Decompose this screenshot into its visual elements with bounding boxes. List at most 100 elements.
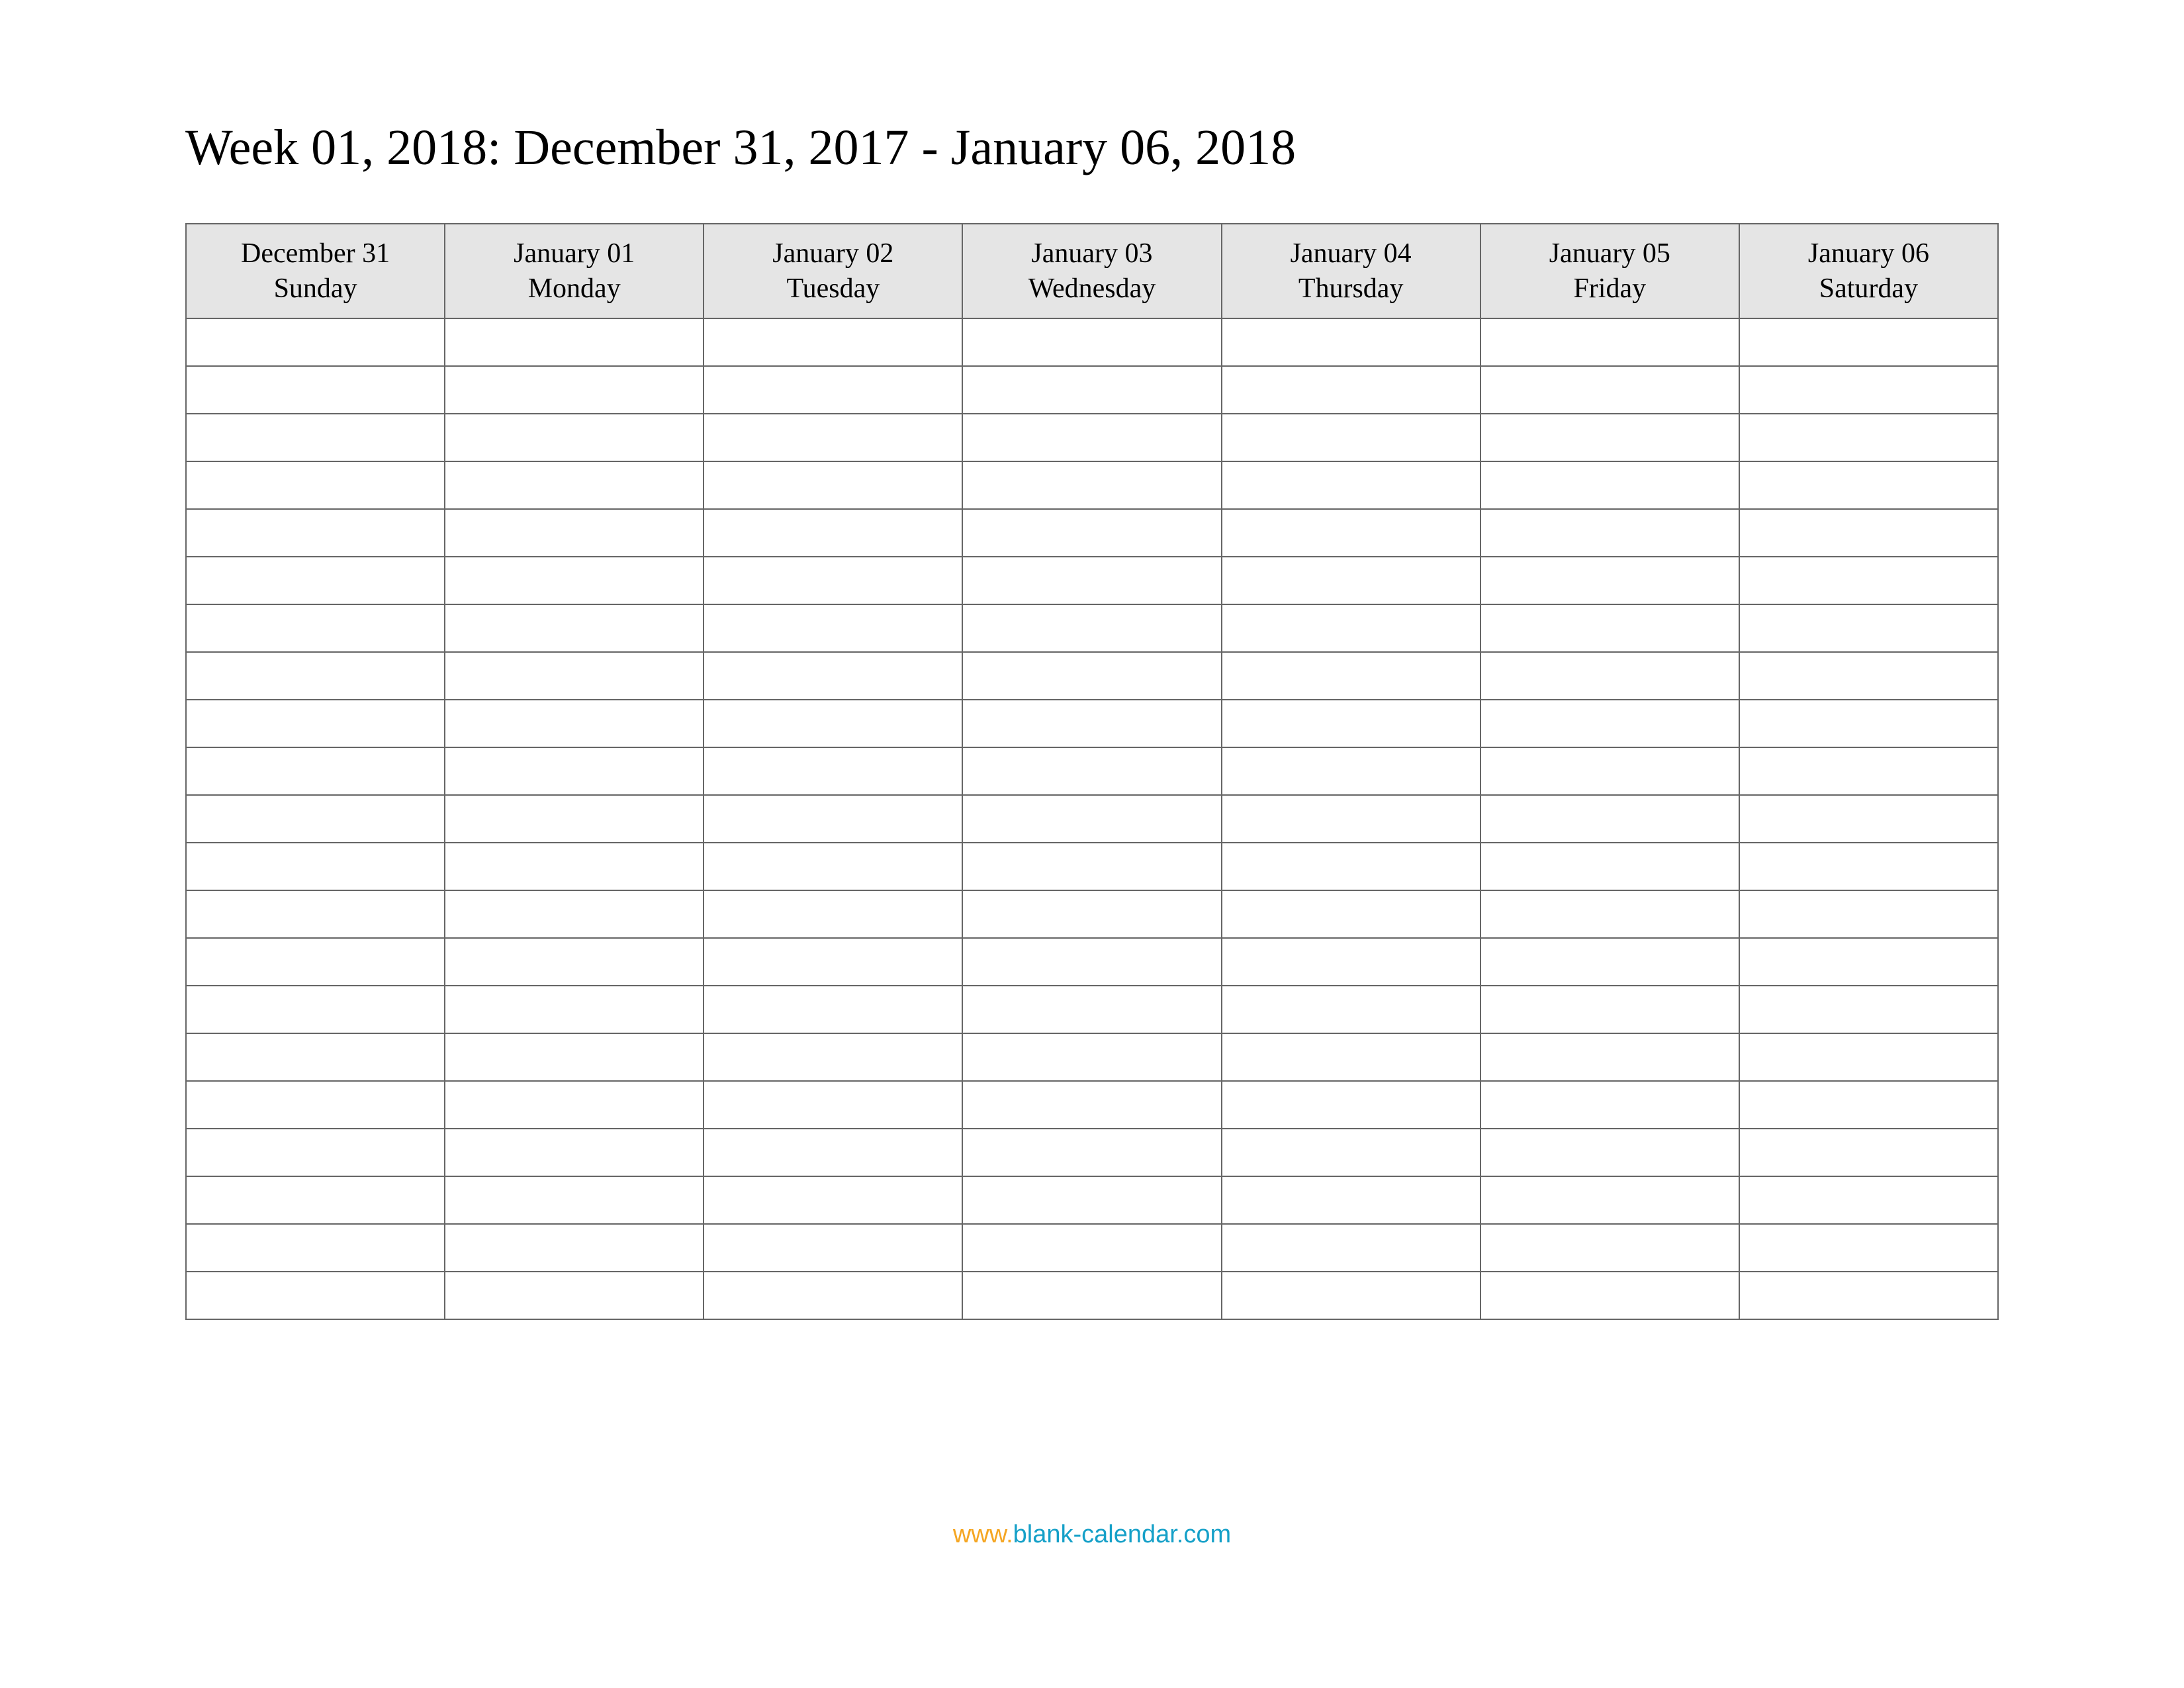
calendar-cell (704, 557, 962, 604)
calendar-row (186, 747, 1998, 795)
day-header-friday: January 05 Friday (1480, 224, 1739, 318)
day-header-weekday: Wednesday (968, 271, 1215, 306)
calendar-cell (1222, 890, 1480, 938)
calendar-cell (445, 366, 704, 414)
footer-prefix: www. (953, 1521, 1013, 1548)
calendar-cell (704, 843, 962, 890)
calendar-cell (1222, 557, 1480, 604)
calendar-cell (704, 795, 962, 843)
calendar-cell (1480, 986, 1739, 1033)
calendar-cell (445, 700, 704, 747)
calendar-cell (186, 700, 445, 747)
calendar-cell (1739, 557, 1998, 604)
calendar-cell (962, 509, 1221, 557)
day-header-date: January 02 (709, 236, 956, 271)
calendar-cell (1222, 461, 1480, 509)
calendar-cell (1739, 366, 1998, 414)
calendar-cell (445, 1272, 704, 1319)
calendar-cell (1739, 461, 1998, 509)
calendar-cell (445, 652, 704, 700)
calendar-cell (186, 1176, 445, 1224)
calendar-cell (1739, 795, 1998, 843)
calendar-row (186, 938, 1998, 986)
calendar-cell (1222, 747, 1480, 795)
calendar-cell (445, 1224, 704, 1272)
calendar-cell (1480, 700, 1739, 747)
calendar-cell (962, 414, 1221, 461)
calendar-row (186, 700, 1998, 747)
calendar-row (186, 986, 1998, 1033)
weekly-calendar-table: December 31 Sunday January 01 Monday Jan… (185, 223, 1999, 1320)
calendar-cell (704, 652, 962, 700)
calendar-row (186, 604, 1998, 652)
calendar-cell (186, 843, 445, 890)
calendar-cell (1739, 604, 1998, 652)
calendar-cell (1222, 366, 1480, 414)
calendar-cell (1480, 509, 1739, 557)
day-header-weekday: Saturday (1745, 271, 1992, 306)
day-header-weekday: Thursday (1228, 271, 1475, 306)
calendar-cell (962, 1081, 1221, 1129)
calendar-cell (186, 1272, 445, 1319)
calendar-row (186, 1033, 1998, 1081)
calendar-cell (186, 986, 445, 1033)
calendar-cell (445, 1081, 704, 1129)
day-header-weekday: Monday (451, 271, 698, 306)
calendar-cell (445, 604, 704, 652)
calendar-cell (1222, 1081, 1480, 1129)
calendar-cell (1480, 1033, 1739, 1081)
calendar-cell (704, 461, 962, 509)
day-header-date: January 04 (1228, 236, 1475, 271)
calendar-cell (1480, 1272, 1739, 1319)
calendar-cell (1222, 652, 1480, 700)
calendar-cell (1480, 795, 1739, 843)
calendar-cell (1480, 843, 1739, 890)
calendar-row (186, 652, 1998, 700)
weekly-calendar-page: Week 01, 2018: December 31, 2017 - Janua… (0, 0, 2184, 1320)
calendar-cell (186, 604, 445, 652)
calendar-cell (1222, 318, 1480, 366)
calendar-cell (704, 366, 962, 414)
day-header-sunday: December 31 Sunday (186, 224, 445, 318)
calendar-cell (1480, 1176, 1739, 1224)
calendar-cell (186, 1129, 445, 1176)
calendar-cell (186, 461, 445, 509)
calendar-cell (962, 604, 1221, 652)
calendar-row (186, 557, 1998, 604)
calendar-cell (1480, 890, 1739, 938)
day-header-weekday: Friday (1486, 271, 1733, 306)
calendar-cell (445, 747, 704, 795)
calendar-cell (1480, 1224, 1739, 1272)
day-header-date: December 31 (192, 236, 439, 271)
footer-link[interactable]: www.blank-calendar.com (0, 1521, 2184, 1549)
calendar-cell (445, 509, 704, 557)
calendar-cell (1739, 509, 1998, 557)
calendar-cell (962, 938, 1221, 986)
calendar-cell (1739, 747, 1998, 795)
calendar-cell (445, 938, 704, 986)
calendar-cell (1480, 1081, 1739, 1129)
calendar-cell (445, 890, 704, 938)
day-header-date: January 03 (968, 236, 1215, 271)
calendar-cell (1480, 604, 1739, 652)
calendar-cell (186, 414, 445, 461)
calendar-cell (962, 557, 1221, 604)
calendar-cell (962, 890, 1221, 938)
day-header-date: January 05 (1486, 236, 1733, 271)
calendar-cell (1739, 1176, 1998, 1224)
calendar-cell (1480, 652, 1739, 700)
calendar-cell (445, 843, 704, 890)
calendar-cell (962, 1129, 1221, 1176)
calendar-cell (1739, 1129, 1998, 1176)
calendar-cell (704, 890, 962, 938)
calendar-header-row: December 31 Sunday January 01 Monday Jan… (186, 224, 1998, 318)
calendar-cell (1222, 1224, 1480, 1272)
calendar-cell (1222, 509, 1480, 557)
day-header-thursday: January 04 Thursday (1222, 224, 1480, 318)
footer-domain: blank-calendar.com (1013, 1521, 1232, 1548)
calendar-cell (1739, 986, 1998, 1033)
calendar-cell (1222, 938, 1480, 986)
calendar-body (186, 318, 1998, 1319)
calendar-cell (186, 509, 445, 557)
calendar-cell (445, 557, 704, 604)
